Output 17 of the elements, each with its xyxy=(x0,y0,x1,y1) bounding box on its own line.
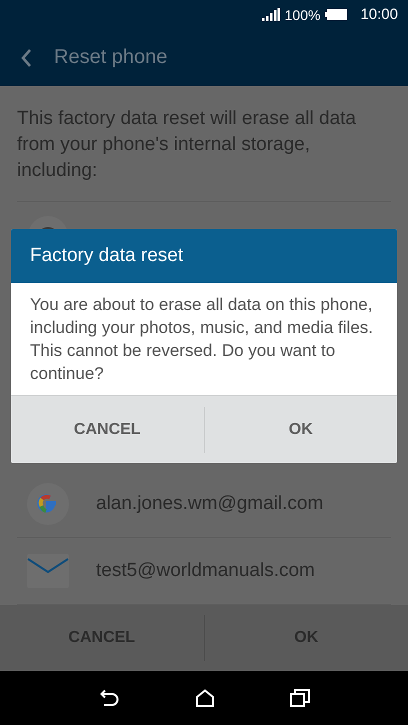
account-email: alan.jones.wm@gmail.com xyxy=(96,493,324,516)
account-email: test5@worldmanuals.com xyxy=(96,560,315,582)
intro-text: This factory data reset will erase all data from your phone's internal storage, including: xyxy=(17,106,391,202)
recent-apps-icon[interactable] xyxy=(290,689,310,707)
screen-title: Reset phone xyxy=(54,46,168,70)
dialog-message: You are about to erase all data on this phone, including your photos, music, and media files. This cannot be reversed. Do you want to continue? xyxy=(29,294,374,385)
dialog-title: Factory data reset xyxy=(11,229,397,283)
google-icon xyxy=(26,482,70,526)
home-icon[interactable] xyxy=(194,689,215,707)
back-icon[interactable] xyxy=(98,689,120,707)
battery-percentage: 100% xyxy=(284,6,320,23)
dialog-button[interactable]: OK xyxy=(204,406,397,452)
battery-icon xyxy=(325,9,348,20)
dialog-button[interactable]: CANCEL xyxy=(11,406,204,452)
signal-icon xyxy=(262,8,280,22)
envelope-icon xyxy=(26,553,70,590)
clock: 10:00 xyxy=(360,6,398,24)
